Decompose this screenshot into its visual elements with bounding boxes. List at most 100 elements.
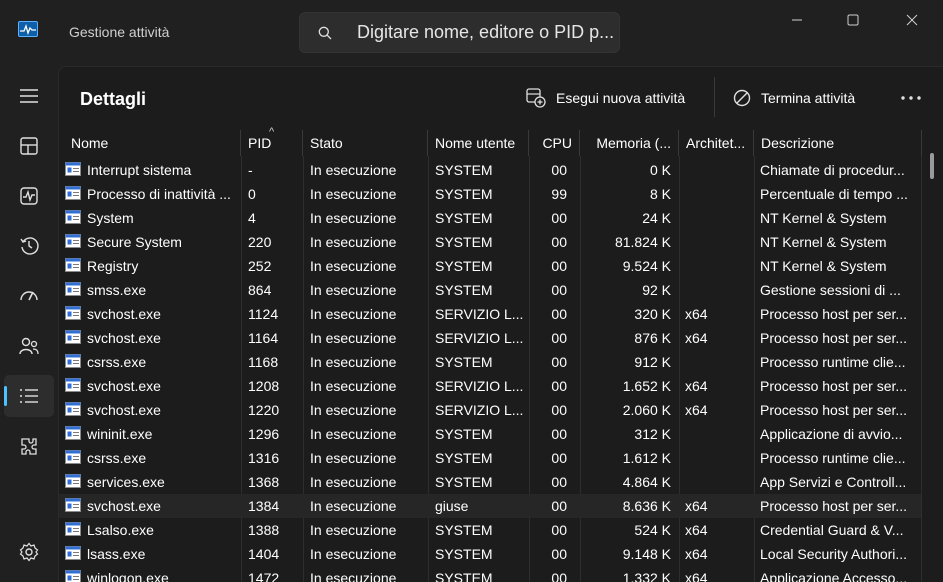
table-row[interactable]: Processo di inattività ... 0 In esecuzione… — [59, 182, 921, 206]
process-window-icon — [65, 162, 81, 176]
column-header-name[interactable]: Nome — [64, 130, 241, 156]
table-header: Nome PID ^ Stato Nome utente CPU Memoria… — [59, 126, 943, 156]
table-row[interactable]: svchost.exe 1124 In esecuzione SERVIZIO L..… — [59, 302, 921, 326]
app-history-icon — [20, 237, 39, 255]
table-row[interactable]: Lsalso.exe 1388 In esecuzione SYSTEM 00 524 K… — [59, 518, 921, 542]
end-task-button[interactable]: Termina attività — [733, 81, 855, 115]
search-icon — [318, 26, 332, 40]
sidebar-item-details[interactable] — [4, 375, 54, 417]
cell-description: Processo host per ser... — [760, 306, 908, 322]
cell-status: In esecuzione — [310, 306, 397, 322]
run-new-task-button[interactable]: Esegui nuova attività — [526, 81, 685, 115]
command-separator — [714, 77, 715, 117]
users-icon — [19, 337, 39, 355]
cell-status: In esecuzione — [310, 210, 397, 226]
cell-memory: 2.060 K — [622, 402, 671, 418]
cell-pid: 220 — [248, 234, 272, 250]
sidebar-item-services[interactable] — [4, 425, 54, 467]
minimize-button[interactable] — [767, 0, 827, 40]
column-header-username[interactable]: Nome utente — [428, 130, 529, 156]
cell-cpu: 00 — [551, 210, 567, 226]
cell-description: Processo host per ser... — [760, 330, 908, 346]
search-box[interactable] — [299, 12, 620, 53]
sidebar-menu-toggle[interactable] — [4, 75, 54, 117]
cell-memory: 312 K — [634, 426, 671, 442]
table-row[interactable]: Interrupt sistema - In esecuzione SYSTEM 00 0… — [59, 158, 921, 182]
cell-architecture — [685, 230, 749, 254]
sidebar-item-app-history[interactable] — [4, 225, 54, 267]
table-row[interactable]: svchost.exe 1220 In esecuzione SERVIZIO L..… — [59, 398, 921, 422]
sidebar-item-users[interactable] — [4, 325, 54, 367]
cell-pid: 1384 — [248, 498, 280, 514]
cell-memory: 9.524 K — [622, 258, 671, 274]
table-row[interactable]: services.exe 1368 In esecuzione SYSTEM 00 4.8… — [59, 470, 921, 494]
cell-status: In esecuzione — [310, 402, 397, 418]
process-window-icon — [65, 402, 81, 416]
cell-status: In esecuzione — [310, 330, 397, 346]
cell-pid: 1124 — [248, 306, 279, 322]
column-header-cpu[interactable]: CPU — [529, 130, 580, 156]
column-header-memory[interactable]: Memoria (... — [580, 130, 679, 156]
cell-name: services.exe — [87, 474, 165, 490]
title-bar: Gestione attività — [0, 0, 943, 66]
cell-cpu: 00 — [551, 474, 567, 490]
process-window-icon — [65, 450, 81, 464]
cell-status: In esecuzione — [310, 186, 397, 202]
table-row[interactable]: svchost.exe 1384 In esecuzione giuse 00 8.636… — [59, 494, 921, 518]
cell-cpu: 99 — [551, 186, 567, 202]
startup-apps-icon — [20, 291, 38, 301]
table-row[interactable]: smss.exe 864 In esecuzione SYSTEM 00 92 K Gest… — [59, 278, 921, 302]
more-options-button[interactable] — [895, 83, 927, 113]
maximize-icon — [847, 14, 859, 26]
table-row[interactable]: svchost.exe 1208 In esecuzione SERVIZIO L..… — [59, 374, 921, 398]
cell-description: Gestione sessioni di ... — [760, 282, 901, 298]
process-window-icon — [65, 354, 81, 368]
cell-name: Lsalso.exe — [87, 522, 154, 538]
sidebar-item-processes[interactable] — [4, 125, 54, 167]
cell-username: SERVIZIO L... — [435, 378, 524, 394]
cell-cpu: 00 — [551, 282, 567, 298]
table-row[interactable]: winlogon.exe 1472 In esecuzione SYSTEM 00 1.3… — [59, 566, 921, 582]
cell-memory: 8 K — [649, 186, 671, 202]
cell-description: Processo host per ser... — [760, 498, 908, 514]
table-row[interactable]: Secure System 220 In esecuzione SYSTEM 00 81.… — [59, 230, 921, 254]
cell-description: NT Kernel & System — [760, 234, 887, 250]
sidebar-item-startup-apps[interactable] — [4, 275, 54, 317]
process-window-icon — [65, 306, 81, 320]
search-input[interactable] — [357, 13, 615, 52]
cell-architecture — [685, 446, 749, 470]
maximize-button[interactable] — [823, 0, 883, 40]
sidebar-item-settings[interactable] — [4, 531, 54, 573]
cell-name: svchost.exe — [87, 306, 161, 322]
cell-username: SYSTEM — [435, 450, 493, 466]
cell-architecture — [685, 470, 749, 494]
cell-memory: 1.612 K — [622, 450, 671, 466]
column-header-status[interactable]: Stato — [303, 130, 428, 156]
cell-cpu: 00 — [551, 330, 567, 346]
table-row[interactable]: csrss.exe 1316 In esecuzione SYSTEM 00 1.612 … — [59, 446, 921, 470]
cell-pid: 1296 — [248, 426, 280, 442]
column-header-architecture[interactable]: Architet... — [679, 130, 754, 156]
cell-description: Chiamate di procedur... — [760, 162, 905, 178]
table-row[interactable]: System 4 In esecuzione SYSTEM 00 24 K NT Kerne… — [59, 206, 921, 230]
column-header-description[interactable]: Descrizione — [754, 130, 922, 156]
table-row[interactable]: csrss.exe 1168 In esecuzione SYSTEM 00 912 K P… — [59, 350, 921, 374]
cell-memory: 0 K — [649, 162, 671, 178]
cell-name: svchost.exe — [87, 378, 161, 394]
sidebar-item-performance[interactable] — [4, 175, 54, 217]
cell-username: SYSTEM — [435, 426, 493, 442]
table-row[interactable]: lsass.exe 1404 In esecuzione SYSTEM 00 9.148 … — [59, 542, 921, 566]
table-row[interactable]: svchost.exe 1164 In esecuzione SERVIZIO L..… — [59, 326, 921, 350]
cell-cpu: 00 — [551, 570, 567, 582]
vertical-scrollbar-thumb[interactable] — [930, 153, 934, 179]
table-row[interactable]: Registry 252 In esecuzione SYSTEM 00 9.524 K N… — [59, 254, 921, 278]
cell-architecture — [685, 422, 749, 446]
cell-pid: 1164 — [248, 330, 279, 346]
process-window-icon — [65, 546, 81, 560]
cell-pid: 0 — [248, 186, 256, 202]
close-button[interactable] — [882, 0, 942, 40]
table-row[interactable]: wininit.exe 1296 In esecuzione SYSTEM 00 312 … — [59, 422, 921, 446]
cell-memory: 524 K — [634, 522, 671, 538]
cell-name: Interrupt sistema — [87, 162, 192, 178]
cell-description: Processo host per ser... — [760, 378, 908, 394]
